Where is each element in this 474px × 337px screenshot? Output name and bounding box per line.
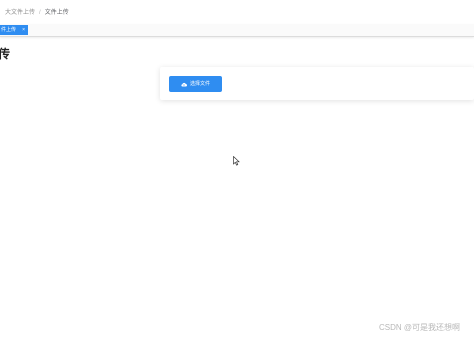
tag-label: 件上传 [1,27,17,33]
mouse-cursor-icon [233,156,240,166]
breadcrumb: 大文件上传 / 文件上传 [5,7,69,16]
tags-bar: 件上传 × [0,24,474,37]
breadcrumb-separator: / [39,10,41,16]
page-title: 传 [0,47,11,61]
breadcrumb-root[interactable]: 大文件上传 [5,10,35,16]
cloud-upload-icon [181,82,187,87]
top-header: 大文件上传 / 文件上传 [0,0,474,25]
upload-card: 选择文件 [160,67,474,100]
page: 大文件上传 / 文件上传 件上传 × 传 选择文件 CSDN @可是我还想啊 [0,0,474,337]
select-file-button[interactable]: 选择文件 [169,76,222,92]
watermark: CSDN @可是我还想啊 [379,323,461,332]
tag-file-upload[interactable]: 件上传 × [0,25,28,35]
breadcrumb-current: 文件上传 [44,10,69,16]
select-file-label: 选择文件 [189,81,210,87]
tag-close-icon[interactable]: × [22,25,25,35]
